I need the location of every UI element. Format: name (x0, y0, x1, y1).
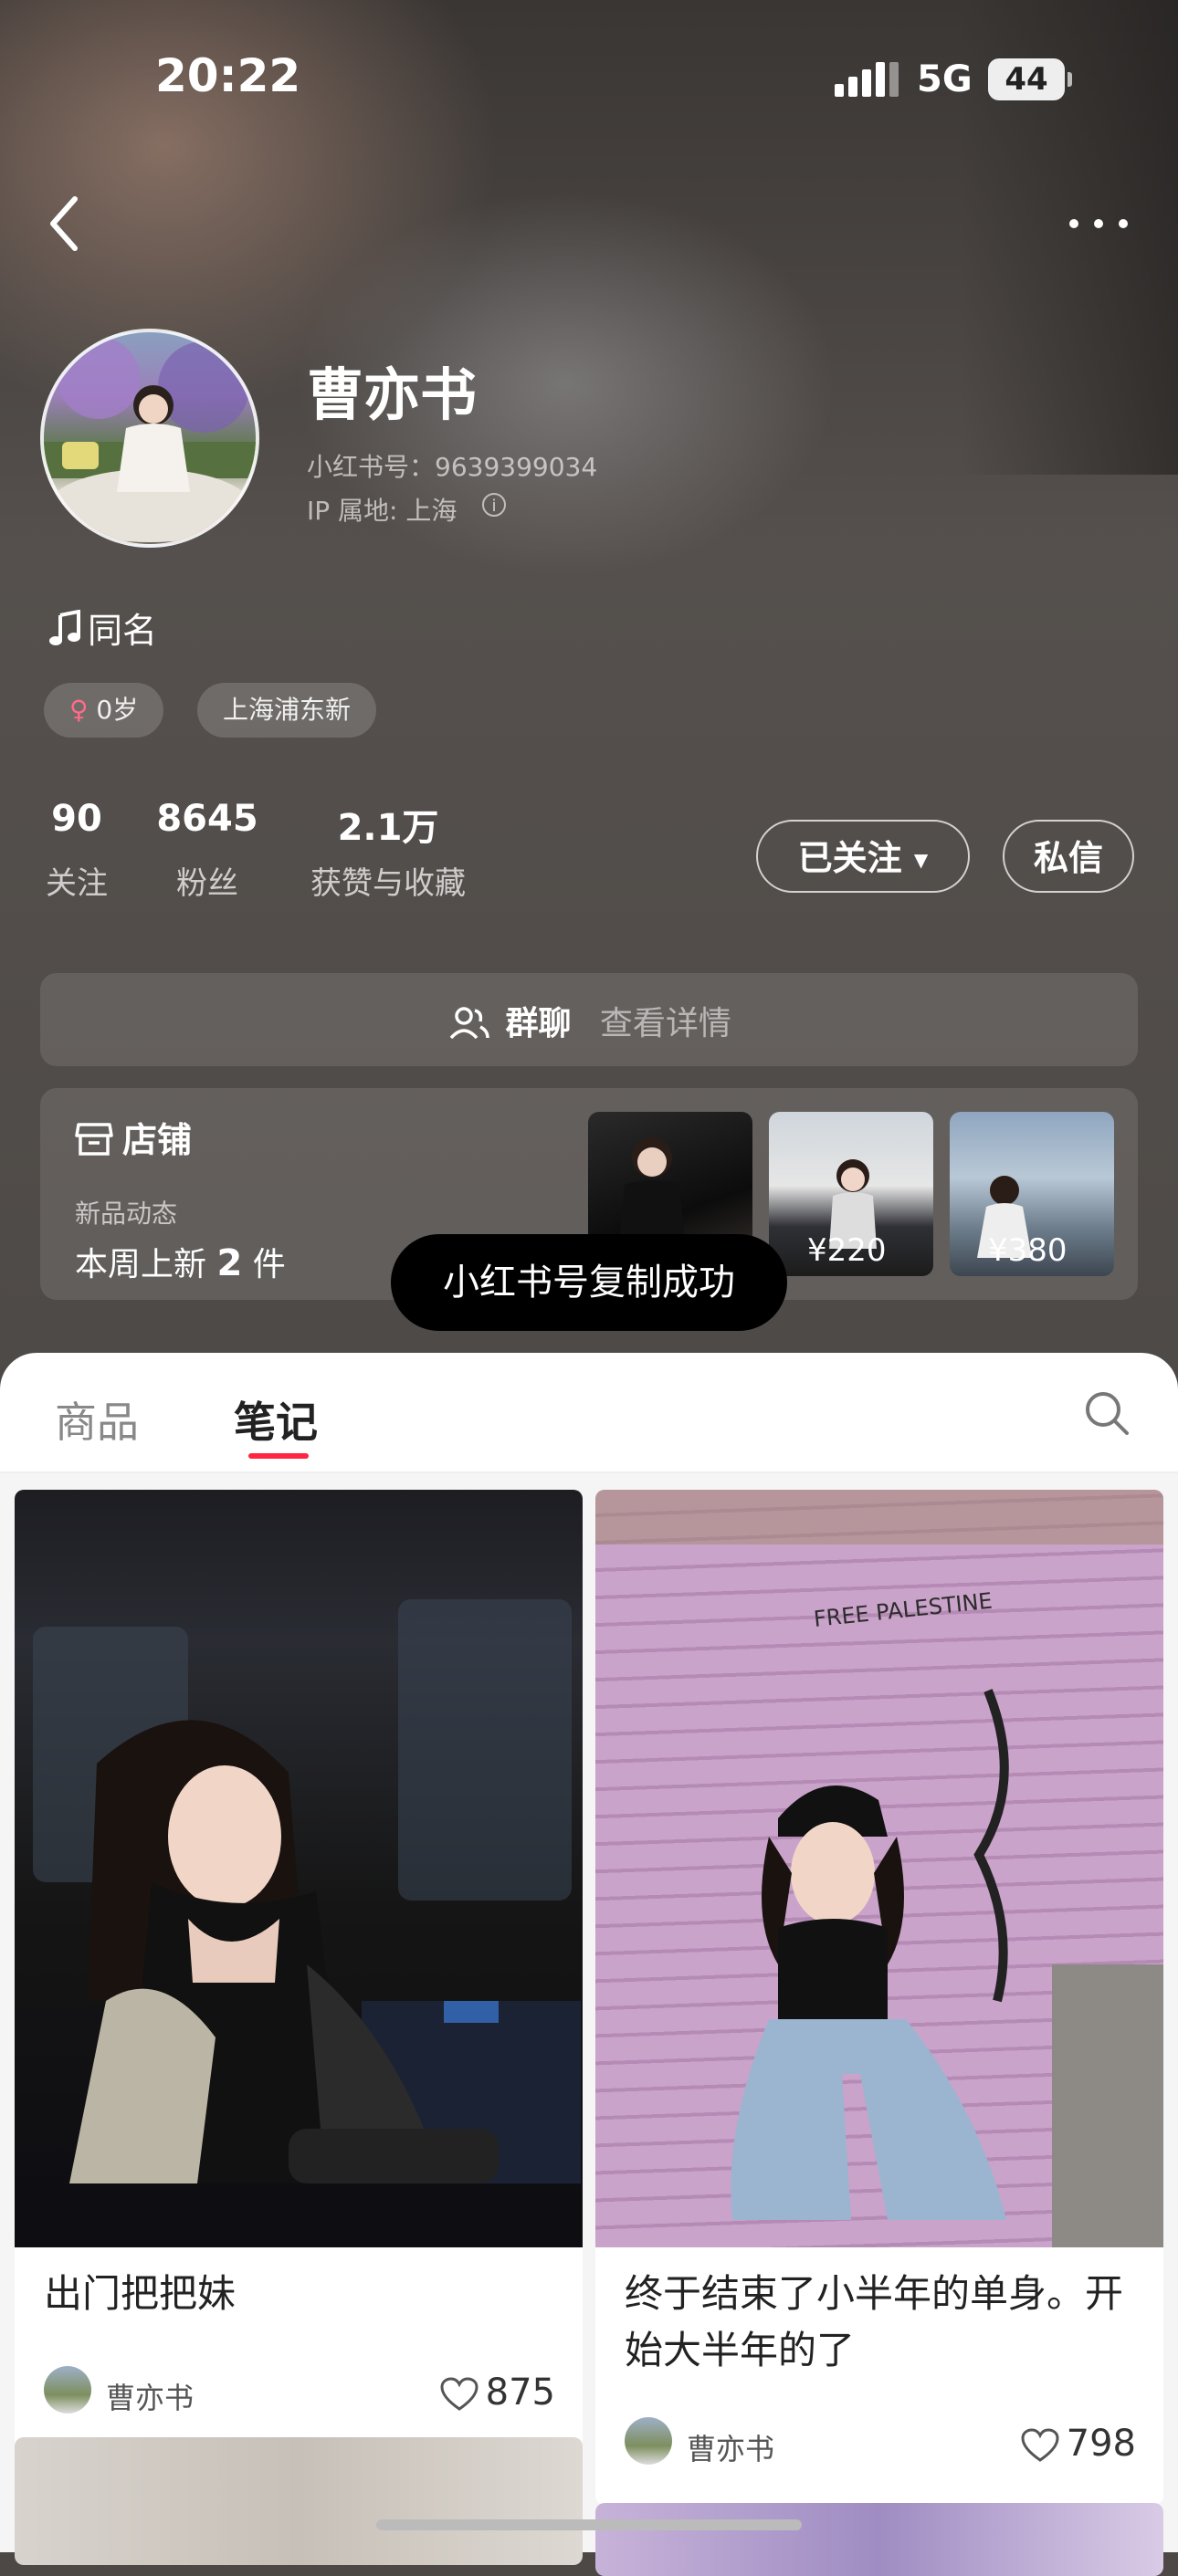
note-author-avatar-1[interactable] (44, 2366, 91, 2414)
toast-message: 小红书号复制成功 (391, 1234, 787, 1331)
group-chat-card[interactable]: 群聊 查看详情 (40, 973, 1138, 1066)
shop-icon (75, 1123, 113, 1156)
more-icon[interactable] (1067, 210, 1131, 237)
note-card-3[interactable] (15, 2437, 583, 2565)
status-time: 20:22 (155, 49, 301, 102)
active-tab-indicator (248, 1453, 309, 1459)
note-author-2[interactable]: 曹亦书 (687, 2426, 774, 2468)
note-image-1 (15, 1490, 583, 2247)
shop-title: 店铺 (122, 1120, 193, 1160)
profile-name: 曹亦书 (307, 361, 478, 428)
note-author-avatar-2[interactable] (625, 2417, 672, 2465)
new-unit: 件 (252, 1246, 286, 1283)
home-indicator[interactable] (376, 2519, 802, 2530)
group-chat-label: 群聊 (505, 1005, 572, 1042)
battery-icon: 44 (988, 58, 1072, 100)
red-id[interactable]: 小红书号：9639399034 (307, 447, 597, 484)
following-label[interactable]: 关注 (44, 858, 110, 903)
svg-text:FREE PALESTINE: FREE PALESTINE (813, 1588, 994, 1632)
product-price-2: ¥220 (807, 1232, 887, 1269)
likes-label[interactable]: 获赞与收藏 (301, 858, 475, 903)
note-image-2: FREE PALESTINE (595, 1490, 1163, 2247)
avatar[interactable] (40, 329, 259, 548)
product-thumb-3[interactable]: ¥380 (950, 1112, 1114, 1276)
note-card-4[interactable] (595, 2503, 1163, 2576)
bio: 同名 (47, 602, 157, 653)
location-tag: 上海浦东新 (197, 683, 377, 738)
bio-text: 同名 (88, 611, 158, 651)
likes-count[interactable]: 2.1万 (301, 798, 475, 851)
shop-subtitle: 新品动态 (75, 1199, 178, 1229)
followers-count[interactable]: 8645 (155, 798, 259, 840)
search-icon[interactable] (1083, 1389, 1131, 1437)
note-author-1[interactable]: 曹亦书 (106, 2375, 194, 2417)
product-thumb-2[interactable]: ¥220 (769, 1112, 933, 1276)
ip-location: IP 属地: 上海 (307, 496, 458, 526)
new-count: 2 (216, 1242, 243, 1284)
note-card-2[interactable]: FREE PALESTINE 终于结束了小半年的单身。开始大半年的了 曹亦书 7… (595, 1490, 1163, 2505)
music-note-icon (49, 609, 80, 645)
heart-icon (1021, 2428, 1059, 2462)
heart-icon (440, 2377, 479, 2411)
message-button[interactable]: 私信 (1003, 820, 1134, 893)
like-count-2: 798 (1066, 2423, 1136, 2465)
like-button-1[interactable]: 875 (440, 2372, 555, 2414)
note-title-2: 终于结束了小半年的单身。开始大半年的了 (625, 2271, 1124, 2372)
following-count[interactable]: 90 (44, 798, 110, 840)
like-count-1: 875 (485, 2372, 555, 2414)
followers-label[interactable]: 粉丝 (155, 858, 259, 903)
new-this-week: 本周上新 2 件 (75, 1238, 286, 1285)
followed-button[interactable]: 已关注 ▼ (756, 820, 970, 893)
signal-icon (835, 62, 899, 97)
gender-age-tag: ♀ 0岁 (44, 683, 164, 738)
group-icon (449, 1007, 489, 1040)
tab-notes[interactable]: 笔记 (234, 1389, 318, 1450)
female-icon: ♀ (69, 695, 89, 725)
note-title-1: 出门把把妹 (44, 2271, 237, 2316)
tab-products[interactable]: 商品 (55, 1389, 139, 1450)
product-price-3: ¥380 (988, 1232, 1068, 1269)
followed-label: 已关注 (797, 838, 902, 878)
new-this-week-label: 本周上新 (75, 1246, 207, 1283)
info-icon[interactable]: i (482, 493, 506, 517)
network-type: 5G (917, 58, 973, 100)
chevron-down-icon: ▼ (913, 849, 929, 871)
group-chat-detail: 查看详情 (599, 1005, 731, 1042)
age-text: 0岁 (96, 695, 139, 725)
note-card-1[interactable]: 出门把把妹 曹亦书 875 (15, 1490, 583, 2452)
like-button-2[interactable]: 798 (1021, 2423, 1136, 2465)
back-icon[interactable] (44, 192, 89, 256)
content-sheet: 商品 笔记 出门把把妹 曹亦书 875 FREE PALESTINE 终于结束了… (0, 1353, 1178, 2576)
